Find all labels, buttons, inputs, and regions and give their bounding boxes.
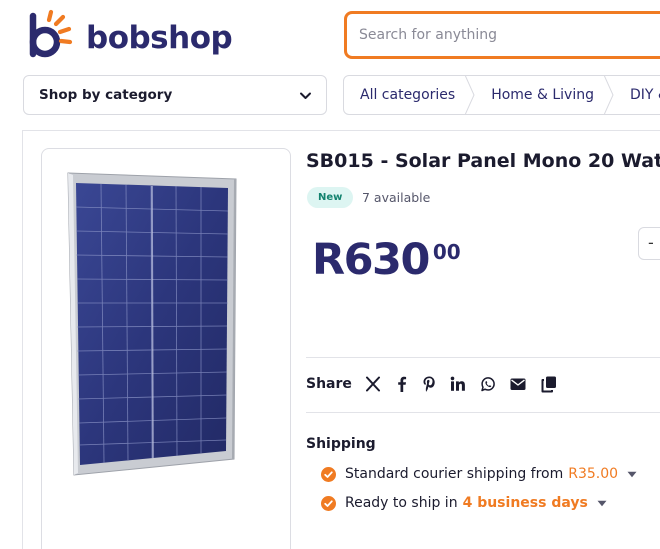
ready-to-ship-row[interactable]: Ready to ship in 4 business days — [321, 493, 607, 513]
chevron-down-icon — [300, 92, 311, 99]
search-input[interactable] — [347, 14, 660, 56]
brand-name: bobshop — [86, 20, 233, 56]
quantity-decrement-button[interactable]: - — [638, 227, 660, 260]
bobshop-logo[interactable]: bobshop — [22, 6, 233, 66]
check-circle-icon — [321, 466, 336, 482]
email-icon[interactable] — [509, 375, 527, 393]
price-cents: 00 — [432, 240, 461, 264]
breadcrumb-separator-icon — [465, 76, 475, 114]
copy-link-icon[interactable] — [540, 375, 558, 393]
price-main: R630 — [312, 235, 430, 285]
breadcrumb-item-home-living[interactable]: Home & Living — [475, 76, 614, 114]
check-circle-icon — [321, 495, 336, 511]
breadcrumb-item-diy[interactable]: DIY & T — [614, 76, 660, 114]
facebook-icon[interactable] — [393, 375, 411, 393]
product-title: SB015 - Solar Panel Mono 20 Watt — [306, 150, 660, 172]
breadcrumb-separator-icon — [604, 76, 614, 114]
logo-mark-icon — [29, 9, 73, 58]
content-top-border — [23, 130, 660, 131]
product-price: R630 00 — [312, 232, 461, 288]
breadcrumb-item-all-categories[interactable]: All categories — [344, 76, 475, 114]
search-box[interactable] — [344, 11, 660, 59]
courier-shipping-price: R35.00 — [568, 466, 619, 482]
shop-by-category-button[interactable]: Shop by category — [23, 75, 327, 115]
category-button-label: Shop by category — [39, 87, 173, 103]
site-header: bobshop — [0, 0, 660, 72]
divider — [306, 357, 660, 358]
product-image — [67, 172, 237, 476]
caret-down-icon — [597, 500, 607, 507]
ready-to-ship-days: 4 business days — [462, 495, 588, 511]
content-left-border — [22, 130, 23, 549]
availability-text: 7 available — [362, 190, 431, 205]
x-icon[interactable] — [364, 375, 382, 393]
caret-down-icon — [627, 471, 637, 478]
whatsapp-icon[interactable] — [479, 375, 497, 393]
product-image-card[interactable] — [41, 148, 291, 549]
condition-badge: New — [307, 187, 354, 208]
breadcrumb: All categories Home & Living DIY & T — [343, 75, 660, 115]
share-label: Share — [306, 376, 352, 392]
pinterest-icon[interactable] — [420, 375, 438, 393]
shipping-label: Shipping — [306, 436, 376, 452]
courier-shipping-text: Standard courier shipping from — [345, 466, 564, 482]
ready-to-ship-text: Ready to ship in — [345, 495, 458, 511]
courier-shipping-row[interactable]: Standard courier shipping from R35.00 — [321, 464, 637, 484]
divider — [306, 412, 660, 413]
linkedin-icon[interactable] — [449, 375, 467, 393]
